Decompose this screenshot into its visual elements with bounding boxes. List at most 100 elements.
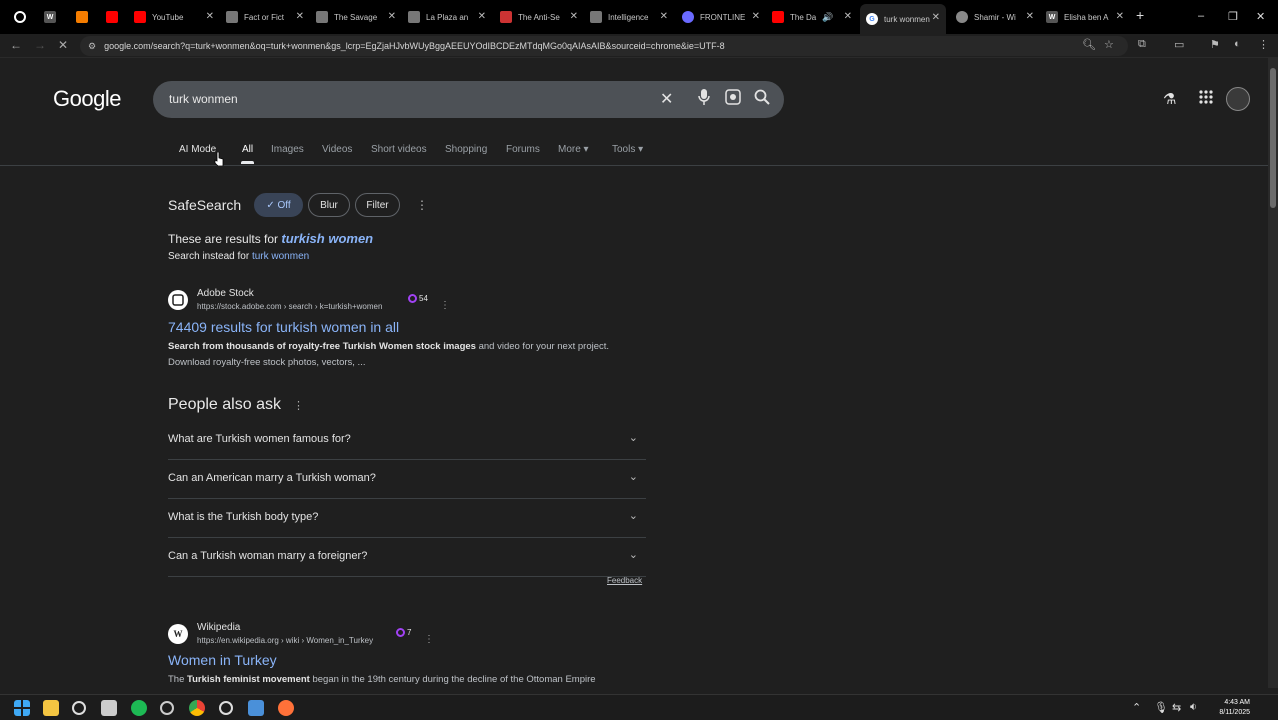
close-tab-icon[interactable]: ✕ [478,11,486,22]
tab-all[interactable]: All [240,144,255,164]
browser-tab[interactable]: The Anti-Se ✕ [500,6,578,28]
tab-tools[interactable]: Tools ▾ [612,144,643,155]
close-tab-icon[interactable]: ✕ [752,11,760,22]
close-tab-icon[interactable]: ✕ [206,11,214,22]
more-options-icon[interactable]: ⋮ [293,399,304,412]
tab-more[interactable]: More ▾ [558,144,589,155]
photos-icon[interactable] [248,700,264,716]
speaker-icon[interactable]: 🔊 [822,12,833,23]
wikipedia-icon[interactable]: W [168,624,188,644]
site-info-icon[interactable]: ⚙ [88,41,96,52]
tab-images[interactable]: Images [271,144,304,155]
tab-ai-mode[interactable]: AI Mode [179,144,216,155]
paa-question[interactable]: What is the Turkish body type? ⌄ [168,499,646,538]
browser-tab[interactable]: W Elisha ben A ✕ [1046,6,1124,28]
paa-question[interactable]: Can an American marry a Turkish woman? ⌄ [168,460,646,499]
result-title-link[interactable]: Women in Turkey [168,652,277,668]
tab-forums[interactable]: Forums [506,144,540,155]
close-tab-icon[interactable]: ✕ [1026,11,1034,22]
paa-question[interactable]: Can a Turkish woman marry a foreigner? ⌄ [168,538,646,577]
result-url[interactable]: https://en.wikipedia.org › wiki › Women_… [197,636,373,645]
new-tab-button[interactable]: + [1136,7,1144,23]
zoom-icon[interactable]: 🔍︎ [1082,38,1096,51]
chrome-icon[interactable] [189,700,205,716]
close-tab-icon[interactable]: ✕ [844,11,852,22]
lens-icon[interactable] [725,89,741,110]
file-explorer-icon[interactable] [43,700,59,716]
browser-tab[interactable]: The Da 🔊 ✕ [772,6,852,28]
labs-flask-icon[interactable]: ⚗ [1163,90,1176,108]
adobe-stock-icon[interactable] [168,290,188,310]
browser-tab[interactable]: La Plaza an ✕ [408,6,486,28]
extensions-icon[interactable]: ⧉ [1138,38,1146,51]
spotify-icon[interactable] [131,700,147,716]
more-vert-icon[interactable]: ⋮ [1258,38,1269,51]
tab-shopping[interactable]: Shopping [445,144,487,155]
more-options-icon[interactable]: ⋮ [416,198,428,212]
browser-tab[interactable] [106,6,128,28]
page-scrollbar[interactable] [1268,58,1278,688]
app-icon[interactable] [219,701,233,715]
search-box[interactable]: turk wonmen ✕ [153,81,784,118]
browser-tab[interactable]: Intelligence ✕ [590,6,668,28]
tab-search-icon[interactable]: ▭ [1174,38,1184,51]
safesearch-blur-chip[interactable]: Blur [308,193,350,217]
menu-icon[interactable]: ◐ [1234,38,1241,50]
safesearch-off-chip[interactable]: ✓ Off [254,193,303,217]
browser-tab[interactable]: The Savage ✕ [316,6,396,28]
corrected-query-link[interactable]: turkish women [281,231,373,246]
browser-tab[interactable]: Fact or Fict ✕ [226,6,304,28]
scrollbar-thumb[interactable] [1270,68,1276,208]
app-icon[interactable] [72,701,86,715]
tab-short-videos[interactable]: Short videos [371,144,427,155]
search-input[interactable]: turk wonmen [169,92,238,106]
forward-arrow-icon[interactable]: → [34,38,46,52]
network-icon[interactable]: ⇆ [1172,701,1181,714]
browser-tab[interactable] [76,6,98,28]
result-menu-icon[interactable]: ⋮ [424,634,434,645]
result-source-name[interactable]: Wikipedia [197,622,240,633]
close-tab-icon[interactable]: ✕ [570,11,578,22]
close-window-icon[interactable]: ✕ [1256,10,1265,23]
tray-chevron-up-icon[interactable]: ⌃ [1132,701,1141,714]
feedback-link[interactable]: Feedback [607,576,642,585]
stop-loading-icon[interactable]: ✕ [58,38,68,52]
apps-grid-icon[interactable] [1199,90,1213,108]
close-tab-icon[interactable]: ✕ [932,12,940,23]
result-title-link[interactable]: 74409 results for turkish women in all [168,319,399,335]
search-icon[interactable] [754,89,770,110]
safesearch-filter-chip[interactable]: Filter [355,193,400,217]
microphone-icon[interactable]: 🎙︎ [1154,701,1168,714]
minimize-icon[interactable]: – [1198,10,1204,22]
original-query-link[interactable]: turk wonmen [252,251,309,262]
close-tab-icon[interactable]: ✕ [388,11,396,22]
volume-icon[interactable]: 🔉︎ [1190,701,1197,714]
close-tab-icon[interactable]: ✕ [296,11,304,22]
close-tab-icon[interactable]: ✕ [660,11,668,22]
firefox-icon[interactable] [278,700,294,716]
browser-tab[interactable] [14,6,36,28]
paa-question[interactable]: What are Turkish women famous for? ⌄ [168,421,646,460]
restore-icon[interactable]: ❐ [1228,10,1238,23]
result-url[interactable]: https://stock.adobe.com › search › k=tur… [197,302,382,311]
close-tab-icon[interactable]: ✕ [1116,11,1124,22]
address-bar[interactable]: ⚙ google.com/search?q=turk+wonmen&oq=tur… [80,36,1128,56]
app-icon[interactable] [160,701,174,715]
google-logo[interactable]: Google [53,86,121,112]
clear-icon[interactable]: ✕ [660,89,673,109]
windows-start-icon[interactable] [14,700,30,716]
browser-tab-active[interactable]: Gturk wonmen ✕ [860,4,946,34]
back-arrow-icon[interactable]: ← [10,38,22,52]
browser-tab[interactable]: W [44,6,66,28]
browser-tab[interactable]: YouTube ✕ [134,6,214,28]
profile-icon[interactable]: ⚑ [1210,38,1220,51]
result-menu-icon[interactable]: ⋮ [440,300,450,311]
notepad-icon[interactable] [101,700,117,716]
microphone-icon[interactable] [698,89,710,110]
bookmark-star-icon[interactable]: ☆ [1104,38,1114,51]
tab-videos[interactable]: Videos [322,144,352,155]
browser-tab[interactable]: Shamir - Wi ✕ [956,6,1034,28]
system-clock[interactable]: 4:43 AM 8/11/2025 [1210,698,1250,718]
browser-tab[interactable]: FRONTLINE ✕ [682,6,760,28]
result-source-name[interactable]: Adobe Stock [197,288,254,299]
